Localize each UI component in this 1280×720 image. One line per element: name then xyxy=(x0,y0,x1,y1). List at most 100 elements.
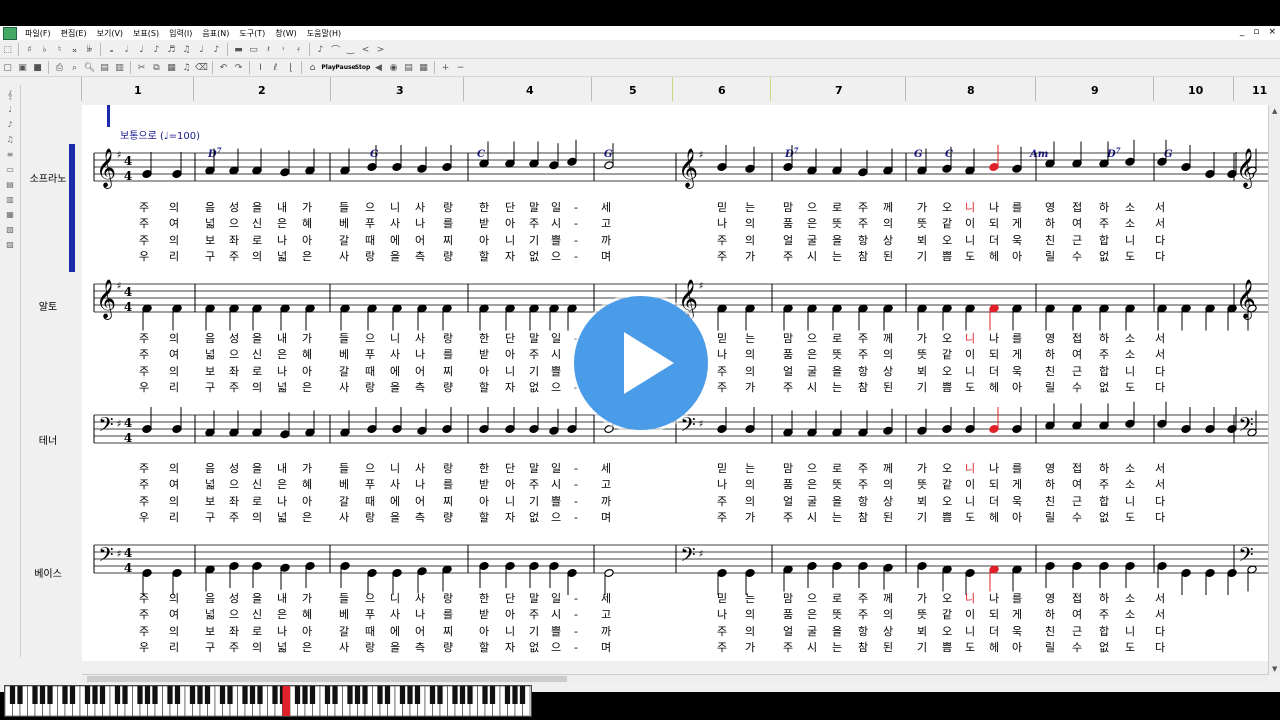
black-key[interactable] xyxy=(384,686,391,704)
black-key[interactable] xyxy=(189,686,196,704)
black-key[interactable] xyxy=(429,686,436,704)
menu-file[interactable]: 파일(F) xyxy=(20,28,56,39)
tool-icon[interactable]: ♪ xyxy=(3,120,17,130)
black-key[interactable] xyxy=(257,686,263,704)
delete-icon[interactable]: ⌫ xyxy=(195,61,208,74)
video-play-button[interactable] xyxy=(574,296,708,430)
black-key[interactable] xyxy=(504,686,511,704)
open-file-icon[interactable]: ▣ xyxy=(16,61,29,74)
menu-input[interactable]: 입력(I) xyxy=(164,28,197,39)
restore-button[interactable]: ▫ xyxy=(1253,27,1259,37)
black-key[interactable] xyxy=(137,686,143,704)
measure-number[interactable]: 5 xyxy=(629,84,637,97)
play-button[interactable]: Play xyxy=(321,61,336,74)
black-key[interactable] xyxy=(32,686,38,704)
sixteenth-note-icon[interactable]: ♬ xyxy=(165,43,178,56)
tool-icon[interactable]: ♫ xyxy=(3,135,17,145)
black-key[interactable] xyxy=(362,686,368,704)
insert-note-icon[interactable]: ♫ xyxy=(180,61,193,74)
black-key[interactable] xyxy=(482,686,488,704)
menu-staff[interactable]: 보표(S) xyxy=(128,28,164,39)
part-name-alto[interactable]: 알토 xyxy=(23,298,73,313)
measure-number[interactable]: 3 xyxy=(396,84,404,97)
sharp-icon[interactable]: ♯ xyxy=(23,43,36,56)
measure-number[interactable]: 7 xyxy=(835,84,843,97)
black-key[interactable] xyxy=(519,686,526,704)
black-key[interactable] xyxy=(399,686,406,704)
black-key[interactable] xyxy=(144,686,151,704)
half-note-icon[interactable]: 𝅗𝅥 xyxy=(120,43,133,56)
measure-number[interactable]: 11 xyxy=(1252,84,1267,97)
copy-page-icon[interactable]: ▥ xyxy=(113,61,126,74)
keyboard-icon[interactable]: ▦ xyxy=(417,61,430,74)
black-key[interactable] xyxy=(122,686,128,704)
tool-icon[interactable]: ▨ xyxy=(3,240,17,250)
dotted-note-icon[interactable]: ♩ xyxy=(195,43,208,56)
tool-icon[interactable]: ▧ xyxy=(3,225,17,235)
black-key[interactable] xyxy=(302,686,308,704)
black-key[interactable] xyxy=(84,686,91,704)
black-key[interactable] xyxy=(437,686,443,704)
mixer-icon[interactable]: ▤ xyxy=(402,61,415,74)
scroll-thumb[interactable] xyxy=(87,676,567,682)
metronome-icon[interactable]: ⌂ xyxy=(306,61,319,74)
black-key[interactable] xyxy=(467,686,473,704)
cut-icon[interactable]: ✂ xyxy=(135,61,148,74)
tool-icon[interactable]: ♩ xyxy=(3,105,17,115)
slur-icon[interactable]: ⌒ xyxy=(329,43,342,56)
black-key[interactable] xyxy=(47,686,53,704)
black-key[interactable] xyxy=(414,686,421,704)
redo-icon[interactable]: ↷ xyxy=(232,61,245,74)
black-key[interactable] xyxy=(294,686,301,704)
black-key[interactable] xyxy=(219,686,226,704)
double-flat-icon[interactable]: 𝄫 xyxy=(83,43,96,56)
minimize-button[interactable]: _ xyxy=(1240,27,1245,37)
black-key[interactable] xyxy=(174,686,181,704)
page-icon[interactable]: ▤ xyxy=(98,61,111,74)
pause-button[interactable]: Pause xyxy=(335,61,355,74)
black-key[interactable] xyxy=(69,686,76,704)
whole-rest-icon[interactable]: ▬ xyxy=(232,43,245,56)
menu-note[interactable]: 음표(N) xyxy=(197,28,234,39)
save-icon[interactable]: ■ xyxy=(31,61,44,74)
playback-cursor[interactable] xyxy=(107,105,110,127)
menu-help[interactable]: 도움말(H) xyxy=(302,28,346,39)
scroll-down-icon[interactable]: ▼ xyxy=(1272,665,1277,673)
black-key[interactable] xyxy=(242,686,248,704)
menu-view[interactable]: 보기(V) xyxy=(92,28,128,39)
black-key[interactable] xyxy=(309,686,316,704)
tool-icon[interactable]: ▤ xyxy=(3,180,17,190)
lyric-tool-icon[interactable]: ɭ xyxy=(284,61,297,74)
volume-icon[interactable]: ◀ xyxy=(372,61,385,74)
natural-icon[interactable]: ♮ xyxy=(53,43,66,56)
zoom-icon[interactable]: 🔍︎ xyxy=(83,61,96,74)
flat-icon[interactable]: ♭ xyxy=(38,43,51,56)
tool-icon[interactable]: ▥ xyxy=(3,195,17,205)
black-key[interactable] xyxy=(249,686,256,704)
vertical-scrollbar[interactable]: ▲ ▼ xyxy=(1268,105,1280,675)
double-sharp-icon[interactable]: 𝄪 xyxy=(68,43,81,56)
measure-ruler[interactable]: 1 2 3 4 5 6 7 8 9 10 11 xyxy=(76,77,1268,103)
black-key[interactable] xyxy=(489,686,496,704)
paste-icon[interactable]: ▦ xyxy=(165,61,178,74)
black-key[interactable] xyxy=(452,686,458,704)
tool-icon[interactable]: ▭ xyxy=(3,165,17,175)
text-tool-icon[interactable]: ℓ xyxy=(269,61,282,74)
tool-icon[interactable]: ≡ xyxy=(3,150,17,160)
tool-icon[interactable]: ▦ xyxy=(3,210,17,220)
beamed-note-icon[interactable]: ♫ xyxy=(180,43,193,56)
print-icon[interactable]: ⎙ xyxy=(53,61,66,74)
preview-icon[interactable]: ⌕ xyxy=(68,61,81,74)
measure-number[interactable]: 4 xyxy=(526,84,534,97)
black-key[interactable] xyxy=(407,686,413,704)
black-key[interactable] xyxy=(332,686,338,704)
tie-icon[interactable]: ‿ xyxy=(344,43,357,56)
measure-number[interactable]: 6 xyxy=(718,84,726,97)
menu-tools[interactable]: 도구(T) xyxy=(234,28,270,39)
whole-note-icon[interactable]: 𝅝 xyxy=(105,43,118,56)
black-key[interactable] xyxy=(197,686,203,704)
black-key[interactable] xyxy=(17,686,23,704)
black-key[interactable] xyxy=(204,686,211,704)
black-key[interactable] xyxy=(347,686,353,704)
horizontal-scrollbar[interactable] xyxy=(82,674,1268,684)
